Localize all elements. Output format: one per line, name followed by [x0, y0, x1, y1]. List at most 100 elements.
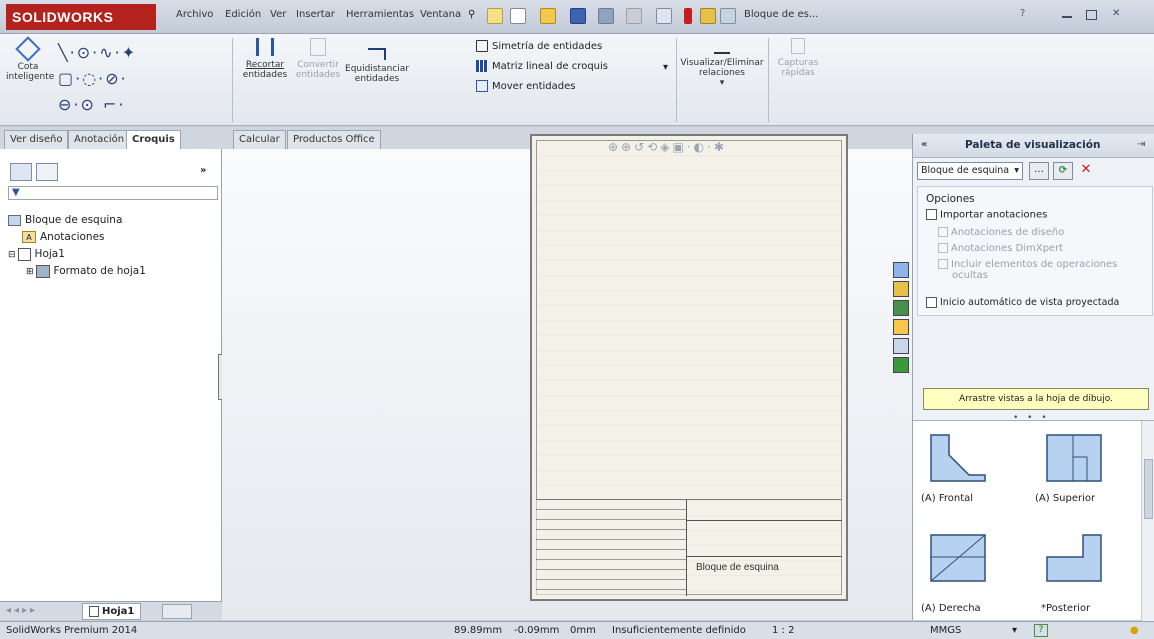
- view-palette-tab-icon[interactable]: [893, 319, 909, 335]
- filter-input[interactable]: ▼: [8, 186, 218, 200]
- trim-entities-button[interactable]: Recortar entidades: [240, 38, 290, 80]
- design-annotations-checkbox[interactable]: Anotaciones de diseño: [938, 227, 1064, 238]
- view-thumb-superior[interactable]: (A) Superior: [1035, 431, 1111, 511]
- relations-label-1: Visualizar/Eliminar: [680, 58, 764, 68]
- heads-up-view-toolbar[interactable]: ⊕⊕↺⟲◈▣·◐·✱: [608, 140, 727, 154]
- tree-item-annotations[interactable]: A Anotaciones: [22, 229, 105, 245]
- tree-item-sheet-format[interactable]: ⊞ Formato de hoja1: [26, 263, 146, 279]
- view-thumb-posterior[interactable]: *Posterior: [1041, 531, 1111, 614]
- chevron-down-icon: ▾: [1014, 165, 1019, 176]
- chevron-down-icon[interactable]: ▾: [663, 62, 668, 73]
- frontal-label: (A) Frontal: [921, 493, 974, 504]
- offset-label-2: entidades: [354, 74, 400, 84]
- collapse-icon[interactable]: ⊟: [8, 250, 16, 260]
- new-document-icon[interactable]: [510, 8, 526, 24]
- options-icon[interactable]: [720, 8, 736, 24]
- hidden-features-checkbox[interactable]: Incluir elementos de operaciones ocultas: [938, 259, 1117, 281]
- sheet-scale[interactable]: 1 : 2: [772, 622, 794, 639]
- cursor-y: -0.09mm: [514, 625, 560, 636]
- separator: [676, 38, 677, 122]
- menu-insertar[interactable]: Insertar: [296, 9, 335, 20]
- property-manager-tab-icon[interactable]: [36, 163, 58, 181]
- sketch-state: Insuficientemente definido: [612, 625, 746, 636]
- menu-archivo[interactable]: Archivo: [176, 9, 213, 20]
- title-block-name: Bloque de esquina: [696, 562, 779, 573]
- undo-icon[interactable]: [626, 8, 642, 24]
- sheet-nav-arrows[interactable]: ◂◂▸▸: [6, 605, 38, 616]
- expand-icon[interactable]: ⊞: [26, 267, 34, 277]
- restore-icon[interactable]: [1086, 10, 1097, 20]
- print-icon[interactable]: [598, 8, 614, 24]
- file-explorer-tab-icon[interactable]: [893, 300, 909, 316]
- menu-ver[interactable]: Ver: [270, 9, 286, 20]
- collapse-left-icon[interactable]: «: [921, 139, 927, 150]
- help-icon[interactable]: ?: [1034, 624, 1048, 637]
- clear-icon[interactable]: ✕: [1077, 162, 1095, 180]
- mirror-entities-button[interactable]: Simetría de entidades: [476, 38, 602, 56]
- sheet-tab-label: Hoja1: [102, 606, 135, 617]
- display-relations-button[interactable]: Visualizar/Eliminar relaciones ▾: [680, 38, 764, 88]
- refresh-icon[interactable]: ⟳: [1053, 162, 1073, 180]
- chevron-down-icon[interactable]: ▾: [680, 78, 764, 88]
- help-icon[interactable]: ?: [1020, 8, 1025, 19]
- add-sheet-button[interactable]: [162, 604, 192, 619]
- palette-scrollbar[interactable]: [1141, 421, 1154, 621]
- traffic-light-icon[interactable]: [684, 8, 692, 24]
- palette-title: Paleta de visualización: [965, 139, 1101, 151]
- home-icon[interactable]: [700, 8, 716, 24]
- design-library-tab-icon[interactable]: [893, 281, 909, 297]
- expand-panel-icon[interactable]: »: [200, 165, 206, 176]
- resources-tab-icon[interactable]: [893, 262, 909, 278]
- tree-root[interactable]: Bloque de esquina: [8, 212, 122, 228]
- dimxpert-annotations-checkbox[interactable]: Anotaciones DimXpert: [938, 243, 1063, 254]
- close-icon[interactable]: ✕: [1112, 8, 1120, 19]
- model-select[interactable]: Bloque de esquina ▾: [917, 162, 1023, 180]
- minimize-icon[interactable]: [1062, 16, 1072, 18]
- tab-anotacion[interactable]: Anotación: [68, 130, 131, 149]
- slot-tool-row[interactable]: ⊖·⊙ ⌐·: [58, 92, 137, 118]
- menu-herramientas[interactable]: Herramientas: [346, 9, 414, 20]
- relations-label-2: relaciones: [699, 68, 745, 78]
- pin-icon[interactable]: ⇥: [1137, 139, 1145, 150]
- unit-system[interactable]: MMGS: [930, 622, 961, 639]
- offset-entities-button[interactable]: Equidistanciar entidades: [344, 48, 410, 84]
- auto-projected-label: Inicio automático de vista proyectada: [940, 297, 1120, 308]
- quick-snaps-button[interactable]: Capturas rápidas: [774, 38, 822, 78]
- solidworks-logo[interactable]: SOLIDWORKS: [6, 4, 156, 30]
- tab-ver-diseno[interactable]: Ver diseño: [4, 130, 69, 149]
- view-thumb-derecha[interactable]: (A) Derecha: [921, 531, 995, 614]
- feature-manager-tab-icon[interactable]: [10, 163, 32, 181]
- scrollbar-thumb[interactable]: [1144, 459, 1153, 519]
- tab-calcular[interactable]: Calcular: [233, 130, 286, 149]
- rectangle-tool-row[interactable]: ▢·◌·⊘·: [58, 66, 137, 92]
- tab-productos-office[interactable]: Productos Office: [287, 130, 381, 149]
- linear-pattern-button[interactable]: Matriz lineal de croquis: [476, 58, 608, 76]
- browse-button[interactable]: …: [1029, 162, 1049, 180]
- menu-ventana[interactable]: Ventana: [420, 9, 461, 20]
- chevron-down-icon[interactable]: ▾: [1012, 622, 1017, 639]
- import-annotations-checkbox[interactable]: Importar anotaciones: [926, 209, 1047, 221]
- tab-croquis[interactable]: Croquis: [126, 130, 181, 149]
- select-icon[interactable]: [656, 8, 672, 24]
- open-folder-icon[interactable]: [540, 8, 556, 24]
- drawing-sheet[interactable]: ⊕⊕↺⟲◈▣·◐·✱ Bloque de esquina: [530, 134, 848, 601]
- appearances-tab-icon[interactable]: [893, 338, 909, 354]
- quick-snaps-label-1: Capturas: [777, 58, 819, 68]
- smart-dimension-button[interactable]: Cota inteligente: [6, 36, 54, 118]
- rebuild-status-icon[interactable]: ●: [1130, 622, 1139, 639]
- menu-edicion[interactable]: Edición: [225, 9, 261, 20]
- filter-icon: ▼: [12, 187, 20, 198]
- auto-projected-view-checkbox[interactable]: Inicio automático de vista proyectada: [926, 297, 1119, 308]
- feature-manager-panel: » ▼ Bloque de esquina A Anotaciones ⊟ Hoja…: [0, 149, 225, 620]
- view-thumb-frontal[interactable]: (A) Frontal: [921, 431, 995, 511]
- custom-properties-tab-icon[interactable]: [893, 357, 909, 373]
- sheet-tab-hoja1[interactable]: Hoja1: [82, 603, 142, 620]
- line-tool-row[interactable]: ╲·⊙·∿·✦: [58, 40, 137, 66]
- pin-icon[interactable]: ⚲: [468, 9, 475, 20]
- tree-item-sheet[interactable]: ⊟ Hoja1: [8, 246, 65, 262]
- divider: [686, 556, 842, 557]
- convert-entities-button[interactable]: Convertir entidades: [294, 38, 342, 80]
- save-icon[interactable]: [570, 8, 586, 24]
- rebuild-icon[interactable]: [487, 8, 503, 24]
- move-entities-button[interactable]: Mover entidades: [476, 78, 575, 96]
